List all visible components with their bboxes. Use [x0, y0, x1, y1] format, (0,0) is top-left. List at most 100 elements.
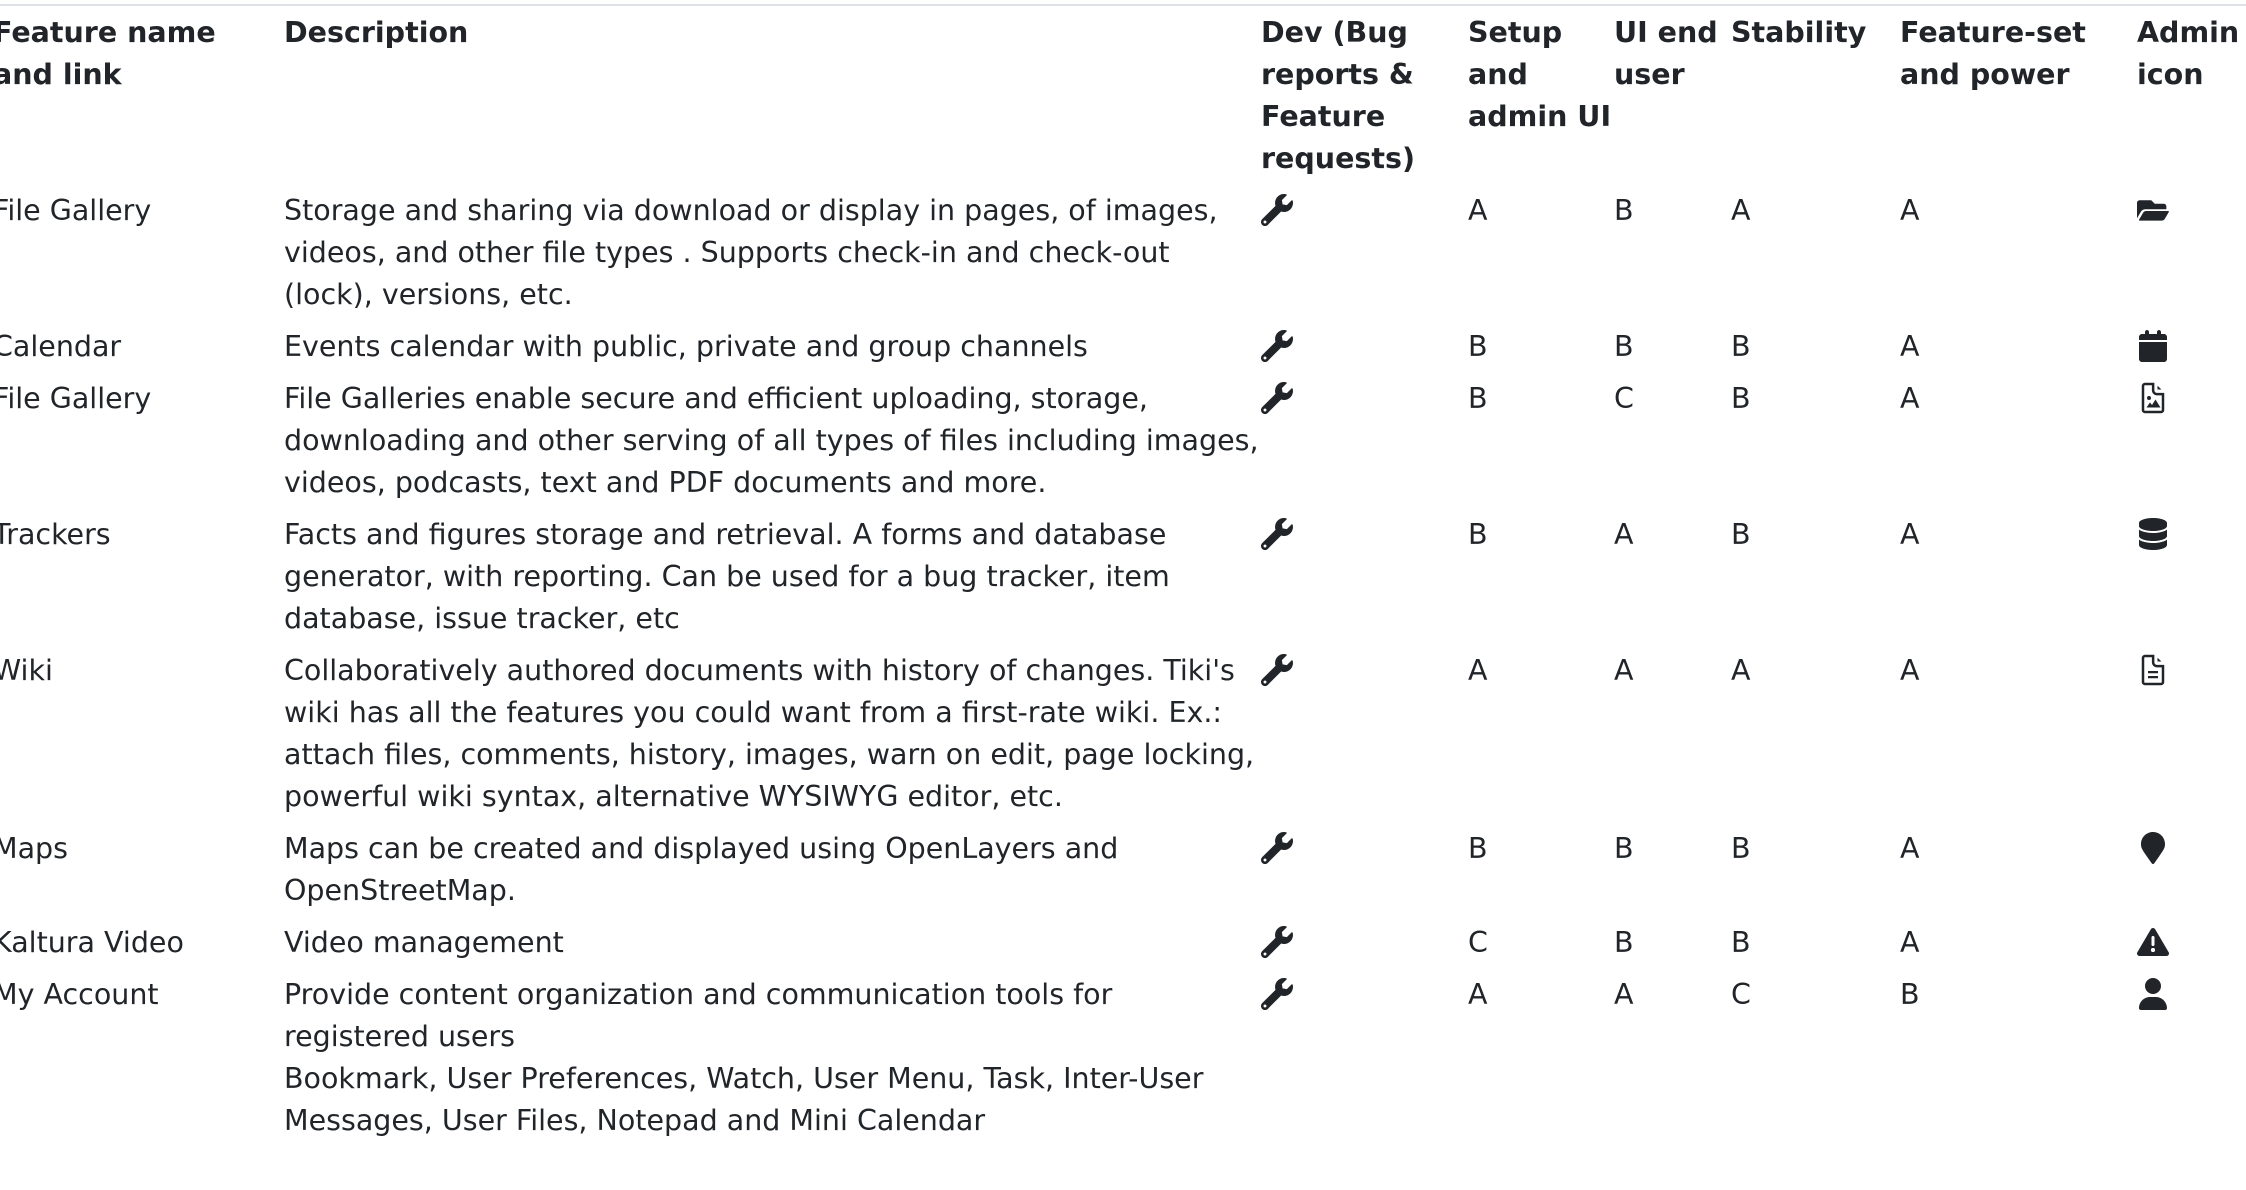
wrench-icon[interactable]: [1261, 382, 1293, 414]
setup-rating: A: [1468, 194, 1488, 227]
stability-rating: B: [1731, 382, 1751, 415]
feature-name-link[interactable]: Wiki: [0, 646, 284, 824]
setup-rating: A: [1468, 654, 1488, 687]
dev-link-cell: [1261, 322, 1468, 374]
table-row: File Gallery File Galleries enable secure…: [0, 374, 2246, 510]
description-text: Provide content organization and communi…: [284, 978, 1113, 1053]
table-body: File Gallery Storage and sharing via down…: [0, 186, 2246, 1148]
admin-icon-cell: [2137, 186, 2246, 322]
description-text: Video management: [284, 926, 564, 959]
table-header: Feature name and link Description Dev (B…: [0, 8, 2246, 186]
setup-rating: B: [1468, 518, 1488, 551]
feature-description: Collaboratively authored documents with …: [284, 646, 1261, 824]
map-marker-icon[interactable]: [2137, 832, 2169, 864]
file-text-icon[interactable]: [2137, 654, 2169, 686]
description-text: Storage and sharing via download or disp…: [284, 194, 1218, 311]
stability-rating: B: [1731, 926, 1751, 959]
dev-link-cell: [1261, 510, 1468, 646]
wrench-icon[interactable]: [1261, 978, 1293, 1010]
feature-name-link[interactable]: Trackers: [0, 510, 284, 646]
feature-name-link[interactable]: Kaltura Video: [0, 918, 284, 970]
wrench-icon[interactable]: [1261, 832, 1293, 864]
feature-name-link[interactable]: My Account: [0, 970, 284, 1148]
table-top-rule: [0, 4, 2246, 6]
feature-name-link[interactable]: Maps: [0, 824, 284, 918]
feature-description: File Galleries enable secure and efficie…: [284, 374, 1261, 510]
feature-description: Events calendar with public, private and…: [284, 322, 1261, 374]
featureset-rating: B: [1900, 978, 1920, 1011]
description-text: File Galleries enable secure and efficie…: [284, 382, 1259, 499]
header-ui: UI end user: [1614, 16, 1718, 91]
featureset-rating: A: [1900, 518, 1920, 551]
feature-name-link[interactable]: Calendar: [0, 322, 284, 374]
admin-icon-cell: [2137, 322, 2246, 374]
wrench-icon[interactable]: [1261, 926, 1293, 958]
header-feature-name: Feature name and link: [0, 16, 216, 91]
header-setup: Setup and admin UI: [1468, 16, 1612, 133]
ui-rating: A: [1614, 978, 1634, 1011]
dev-link-cell: [1261, 374, 1468, 510]
wrench-icon[interactable]: [1261, 518, 1293, 550]
featureset-rating: A: [1900, 330, 1920, 363]
stability-rating: B: [1731, 330, 1751, 363]
admin-icon-cell: [2137, 824, 2246, 918]
calendar-icon[interactable]: [2137, 330, 2169, 362]
description-text: Maps can be created and displayed using …: [284, 832, 1119, 907]
header-dev: Dev (Bug reports & Feature requests): [1261, 16, 1415, 175]
file-image-icon[interactable]: [2137, 382, 2169, 414]
feature-description: Storage and sharing via download or disp…: [284, 186, 1261, 322]
stability-rating: A: [1731, 654, 1751, 687]
table-row: Trackers Facts and figures storage and re…: [0, 510, 2246, 646]
featureset-rating: A: [1900, 926, 1920, 959]
admin-icon-cell: [2137, 970, 2246, 1148]
stability-rating: B: [1731, 832, 1751, 865]
dev-link-cell: [1261, 970, 1468, 1148]
admin-icon-cell: [2137, 374, 2246, 510]
stability-rating: B: [1731, 518, 1751, 551]
warning-icon[interactable]: [2137, 926, 2169, 958]
featureset-rating: A: [1900, 654, 1920, 687]
table-row: My Account Provide content organization a…: [0, 970, 2246, 1148]
wrench-icon[interactable]: [1261, 654, 1293, 686]
header-admin-icon: Admin icon: [2137, 16, 2240, 91]
dev-link-cell: [1261, 646, 1468, 824]
wrench-icon[interactable]: [1261, 330, 1293, 362]
setup-rating: C: [1468, 926, 1488, 959]
folder-open-icon[interactable]: [2137, 194, 2169, 226]
stability-rating: A: [1731, 194, 1751, 227]
setup-rating: B: [1468, 382, 1488, 415]
feature-name-link[interactable]: File Gallery: [0, 374, 284, 510]
ui-rating: B: [1614, 194, 1634, 227]
dev-link-cell: [1261, 186, 1468, 322]
dev-link-cell: [1261, 824, 1468, 918]
ui-rating: B: [1614, 926, 1634, 959]
featureset-rating: A: [1900, 382, 1920, 415]
ui-rating: A: [1614, 654, 1634, 687]
setup-rating: B: [1468, 832, 1488, 865]
wrench-icon[interactable]: [1261, 194, 1293, 226]
header-description: Description: [284, 16, 469, 49]
ui-rating: A: [1614, 518, 1634, 551]
feature-description: Provide content organization and communi…: [284, 970, 1261, 1148]
database-icon[interactable]: [2137, 518, 2169, 550]
feature-name-link[interactable]: File Gallery: [0, 186, 284, 322]
table-row: Wiki Collaboratively authored documents w…: [0, 646, 2246, 824]
header-row: Feature name and link Description Dev (B…: [0, 8, 2246, 186]
admin-icon-cell: [2137, 646, 2246, 824]
admin-icon-cell: [2137, 510, 2246, 646]
header-featureset: Feature-set and power: [1900, 16, 2086, 91]
description-text: Events calendar with public, private and…: [284, 330, 1088, 363]
setup-rating: A: [1468, 978, 1488, 1011]
description-text: Collaboratively authored documents with …: [284, 654, 1255, 813]
featureset-rating: A: [1900, 194, 1920, 227]
feature-description: Video management: [284, 918, 1261, 970]
table-row: File Gallery Storage and sharing via down…: [0, 186, 2246, 322]
header-stability: Stability: [1731, 16, 1867, 49]
ui-rating: C: [1614, 382, 1634, 415]
description-text: Facts and figures storage and retrieval.…: [284, 518, 1170, 635]
features-table: Feature name and link Description Dev (B…: [0, 8, 2246, 1148]
table-row: Maps Maps can be created and displayed us…: [0, 824, 2246, 918]
setup-rating: B: [1468, 330, 1488, 363]
feature-description: Facts and figures storage and retrieval.…: [284, 510, 1261, 646]
user-icon[interactable]: [2137, 978, 2169, 1010]
